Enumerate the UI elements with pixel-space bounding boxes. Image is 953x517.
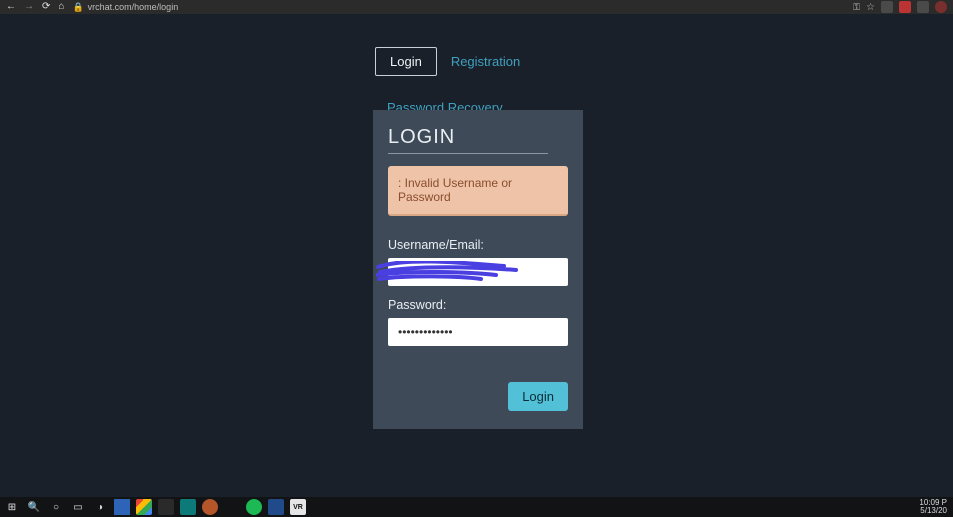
bookmark-star-icon[interactable]: ☆ — [866, 2, 875, 13]
page-viewport: Login Registration Password Recovery LOG… — [0, 14, 953, 497]
extension-icon[interactable] — [881, 1, 893, 13]
login-panel: LOGIN : Invalid Username or Password Use… — [373, 110, 583, 429]
username-input[interactable] — [388, 258, 568, 286]
nav-controls: ← → ⟳ ⌂ — [6, 2, 64, 12]
app-icon[interactable] — [180, 499, 196, 515]
address-bar[interactable]: 🔒 vrchat.com/home/login — [72, 2, 178, 13]
system-clock[interactable]: 10:09 P 5/13/20 — [919, 499, 949, 515]
title-divider — [388, 153, 548, 154]
panel-title: LOGIN — [388, 126, 568, 149]
url-text: vrchat.com/home/login — [88, 2, 179, 12]
password-input[interactable] — [388, 318, 568, 346]
chrome-actions: ⚿ ☆ — [853, 1, 947, 13]
cortana-icon[interactable]: ○ — [48, 499, 64, 515]
forward-arrow-icon[interactable]: → — [24, 2, 34, 12]
tab-registration[interactable]: Registration — [451, 54, 520, 69]
start-icon[interactable]: ⊞ — [4, 499, 20, 515]
spotify-icon[interactable] — [246, 499, 262, 515]
app-icon[interactable] — [268, 499, 284, 515]
search-icon[interactable]: 🔍 — [26, 499, 42, 515]
auth-container: Login Registration Password Recovery LOG… — [375, 47, 635, 127]
back-arrow-icon[interactable]: ← — [6, 2, 16, 12]
steam-icon[interactable]: ◑ — [92, 499, 108, 515]
app-icon[interactable] — [158, 499, 174, 515]
extensions-puzzle-icon[interactable] — [917, 1, 929, 13]
browser-chrome: ← → ⟳ ⌂ 🔒 vrchat.com/home/login ⚿ ☆ — [0, 0, 953, 14]
lock-icon: 🔒 — [72, 2, 83, 13]
key-icon[interactable]: ⚿ — [853, 2, 860, 13]
home-icon[interactable]: ⌂ — [58, 2, 64, 12]
password-label: Password: — [388, 298, 568, 312]
username-field-wrap — [388, 258, 568, 298]
chrome-icon[interactable] — [136, 499, 152, 515]
app-icon[interactable] — [202, 499, 218, 515]
vr-icon[interactable]: VR — [290, 499, 306, 515]
username-label: Username/Email: — [388, 238, 568, 252]
taskbar: ⊞ 🔍 ○ ▭ ◑ VR 10:09 P 5/13/20 — [0, 497, 953, 517]
task-view-icon[interactable]: ▭ — [70, 499, 86, 515]
profile-avatar-icon[interactable] — [935, 1, 947, 13]
clock-date: 5/13/20 — [919, 507, 947, 515]
extension-icon[interactable] — [899, 1, 911, 13]
tab-login[interactable]: Login — [375, 47, 437, 76]
error-message: : Invalid Username or Password — [388, 166, 568, 216]
app-icon[interactable] — [114, 499, 130, 515]
reload-icon[interactable]: ⟳ — [42, 2, 50, 12]
login-button[interactable]: Login — [508, 382, 568, 411]
